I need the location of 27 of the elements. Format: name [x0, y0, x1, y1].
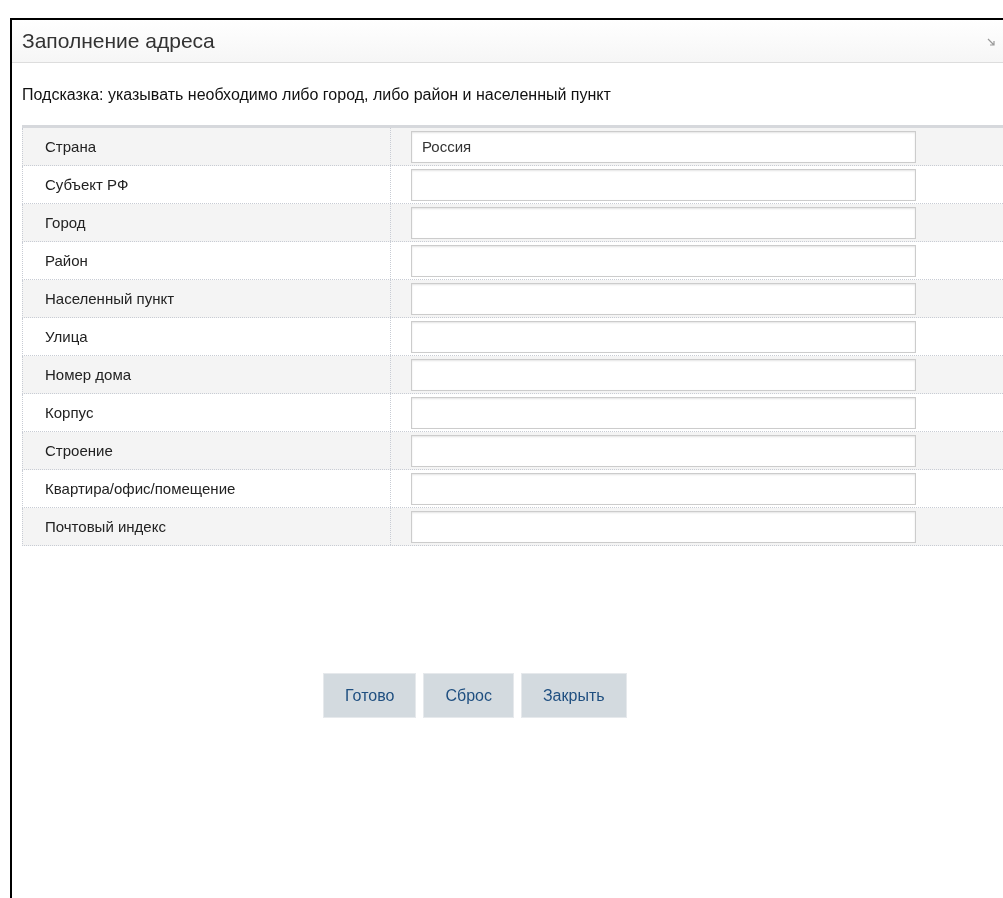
field-label: Квартира/офис/помещение	[45, 480, 236, 497]
input-field[interactable]	[411, 244, 916, 277]
input-field[interactable]	[411, 434, 916, 467]
input-field[interactable]	[411, 320, 916, 353]
input-field[interactable]	[411, 282, 916, 315]
dialog-button[interactable]: Готово	[323, 673, 417, 718]
field-label: Почтовый индекс	[45, 518, 166, 535]
field-label: Город	[45, 214, 86, 231]
input-field[interactable]	[411, 358, 916, 391]
hint-text: Подсказка: указывать необходимо либо город, либо район и населенный пункт	[21, 85, 612, 105]
input-field[interactable]	[411, 396, 916, 429]
field-label: Субъект РФ	[45, 176, 129, 193]
field-label: Страна	[45, 138, 96, 155]
field-label: Корпус	[45, 404, 94, 421]
field-label: Населенный пункт	[45, 290, 175, 307]
field-label: Улица	[45, 328, 88, 345]
field-label: Район	[45, 252, 88, 269]
input-field[interactable]	[411, 168, 916, 201]
input-field[interactable]	[411, 206, 916, 239]
input-field[interactable]	[411, 472, 916, 505]
field-label: Строение	[45, 442, 113, 459]
dialog-button[interactable]: Закрыть	[520, 673, 627, 718]
dialog-title: Заполнение адреса	[22, 29, 215, 53]
input-field[interactable]	[411, 510, 916, 543]
input-field[interactable]: Россия	[411, 130, 916, 163]
dialog-button[interactable]: Сброс	[423, 673, 514, 718]
field-label: Номер дома	[45, 366, 132, 383]
